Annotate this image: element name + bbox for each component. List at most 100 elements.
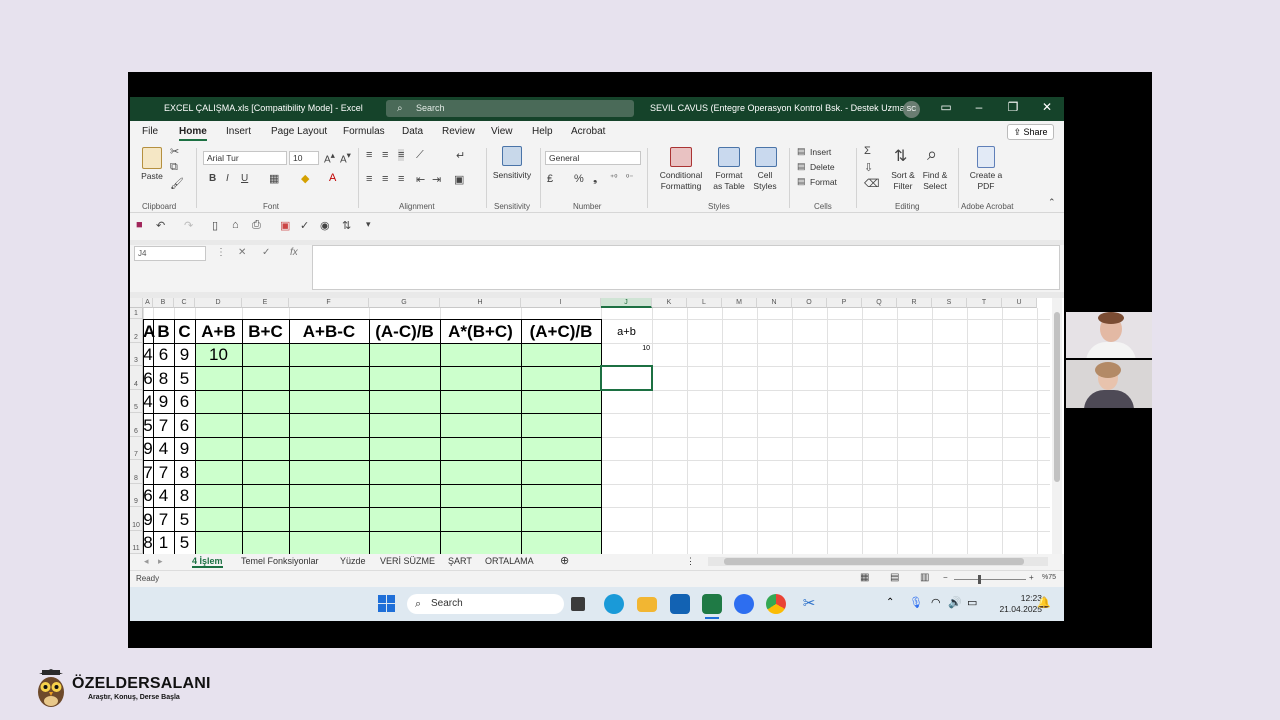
user-name[interactable]: SEVIL CAVUS (Entegre Operasyon Kontrol B… [650,103,915,113]
format-as-table-label[interactable]: Format as Table [710,170,748,192]
copy-icon[interactable]: ⧉ [170,161,178,174]
tab-help[interactable]: Help [532,126,553,137]
format-cells-label[interactable]: Format [810,177,837,188]
row-header-10[interactable]: 10 [130,507,143,531]
tab-view[interactable]: View [491,126,513,137]
title-search-box[interactable]: ⌕ Search [386,100,634,117]
data-cell[interactable]: 6 [174,413,195,437]
data-cell[interactable]: 7 [153,460,174,484]
column-header-k[interactable]: K [652,298,687,308]
data-cell[interactable]: 6 [143,366,153,390]
column-header-l[interactable]: L [687,298,722,308]
percent-icon[interactable]: % [574,173,584,185]
data-cell[interactable]: 5 [174,531,195,554]
create-pdf-icon[interactable] [977,146,995,168]
create-pdf-label[interactable]: Create a PDF [966,170,1006,192]
microphone-icon[interactable]: 🎙 [909,596,923,609]
header-cell[interactable]: A*(B+C) [440,321,521,345]
data-cell[interactable]: 8 [143,531,153,554]
wifi-icon[interactable]: ◠ [931,596,941,609]
format-as-table-icon[interactable] [718,147,740,167]
ribbon-display-icon[interactable]: ▭ [935,100,957,114]
data-cell[interactable]: 9 [143,437,153,460]
zoom-app-icon[interactable] [734,594,754,614]
more-options-icon[interactable]: ⋮ [216,247,226,258]
show-hidden-icons[interactable]: ⌃ [886,597,894,608]
data-cell[interactable]: 4 [153,484,174,507]
zoom-in-icon[interactable]: + [1029,573,1034,582]
active-cell-j4[interactable] [600,365,653,391]
excel-taskbar-icon[interactable] [702,594,722,614]
tab-acrobat[interactable]: Acrobat [571,126,605,137]
undo-icon[interactable]: ↶ [156,219,165,232]
avatar[interactable]: SC [903,101,920,118]
column-header-b[interactable]: B [153,298,174,308]
insert-function-icon[interactable]: fx [290,247,298,258]
header-cell[interactable]: C [174,321,195,345]
row-header-11[interactable]: 11 [130,531,143,554]
column-header-r[interactable]: R [897,298,932,308]
minimize-icon[interactable]: – [968,100,990,114]
spelling-icon[interactable]: ✓ [300,219,309,232]
note-cell-j2[interactable]: a+b [601,319,652,343]
column-header-e[interactable]: E [242,298,289,308]
column-header-t[interactable]: T [967,298,1002,308]
tab-review[interactable]: Review [442,126,475,137]
align-left-icon[interactable]: ≡ [366,173,372,185]
row-header-5[interactable]: 5 [130,390,143,413]
sensitivity-icon[interactable] [502,146,522,166]
share-button[interactable]: ⇪ Share [1007,124,1054,140]
conditional-formatting-label[interactable]: Conditional Formatting [653,170,709,192]
sheet-tab-4-islem[interactable]: 4 İşlem [192,556,223,568]
insert-cells-icon[interactable]: ▤ [797,146,806,157]
column-header-h[interactable]: H [440,298,521,308]
data-cell[interactable]: 5 [174,507,195,531]
snipping-tool-icon[interactable]: ✂ [799,594,819,614]
data-cell[interactable]: 9 [174,343,195,366]
column-header-a[interactable]: A [143,298,153,308]
normal-view-icon[interactable]: ▦ [860,572,869,583]
sheet-tab-sart[interactable]: ŞART [448,556,472,566]
column-header-n[interactable]: N [757,298,792,308]
header-cell[interactable]: (A-C)/B [369,321,440,345]
battery-icon[interactable]: ▭ [967,596,977,609]
worksheet-grid[interactable]: A B C D E F G H I J K L M N O P Q R S T U 1 2 3 4 5 6 7 8 9 10 11 A B C A+B… [130,298,1064,554]
column-header-j[interactable]: J [601,298,652,308]
data-cell[interactable]: 7 [143,460,153,484]
new-file-icon[interactable]: ▯ [212,219,218,232]
chrome-icon[interactable] [766,594,786,614]
column-header-m[interactable]: M [722,298,757,308]
scroll-thumb[interactable] [724,558,1024,565]
column-header-q[interactable]: Q [862,298,897,308]
autosum-icon[interactable]: Σ [864,145,871,157]
cut-icon[interactable]: ✂ [170,145,179,158]
scroll-thumb[interactable] [1054,312,1060,482]
data-cell[interactable]: 1 [153,531,174,554]
number-format-select[interactable]: General [545,151,641,165]
enter-icon[interactable]: ✓ [262,247,270,258]
clear-icon[interactable]: ⌫ [864,177,880,190]
paste-icon[interactable] [142,147,162,169]
align-center-icon[interactable]: ≡ [382,173,388,185]
orientation-icon[interactable]: ⟋ [416,149,424,162]
increase-decimal-icon[interactable]: ⁺⁰ [610,173,617,182]
zoom-slider[interactable] [954,579,1026,580]
next-sheet-icon[interactable]: ▸ [158,556,163,567]
insert-cells-label[interactable]: Insert [810,147,831,158]
row-header-3[interactable]: 3 [130,343,143,366]
find-select-label[interactable]: Find & Select [920,170,950,192]
more-sheets-icon[interactable]: ⋮ [686,556,695,567]
fill-icon[interactable]: ⇩ [864,161,873,174]
zoom-slider-handle[interactable] [978,575,981,584]
tab-insert[interactable]: Insert [226,126,251,137]
column-header-g[interactable]: G [369,298,440,308]
row-header-2[interactable]: 2 [130,319,143,343]
column-header-i[interactable]: I [521,298,601,308]
prev-sheet-icon[interactable]: ◂ [144,556,149,567]
tab-formulas[interactable]: Formulas [343,126,385,137]
header-cell[interactable]: A+B-C [289,321,369,345]
sheet-tab-temel-fonksiyonlar[interactable]: Temel Fonksiyonlar [241,556,319,566]
restore-icon[interactable]: ❐ [1002,100,1024,114]
font-name-select[interactable]: Arial Tur [203,151,287,165]
sort-filter-icon[interactable]: ⇅ [894,146,907,166]
